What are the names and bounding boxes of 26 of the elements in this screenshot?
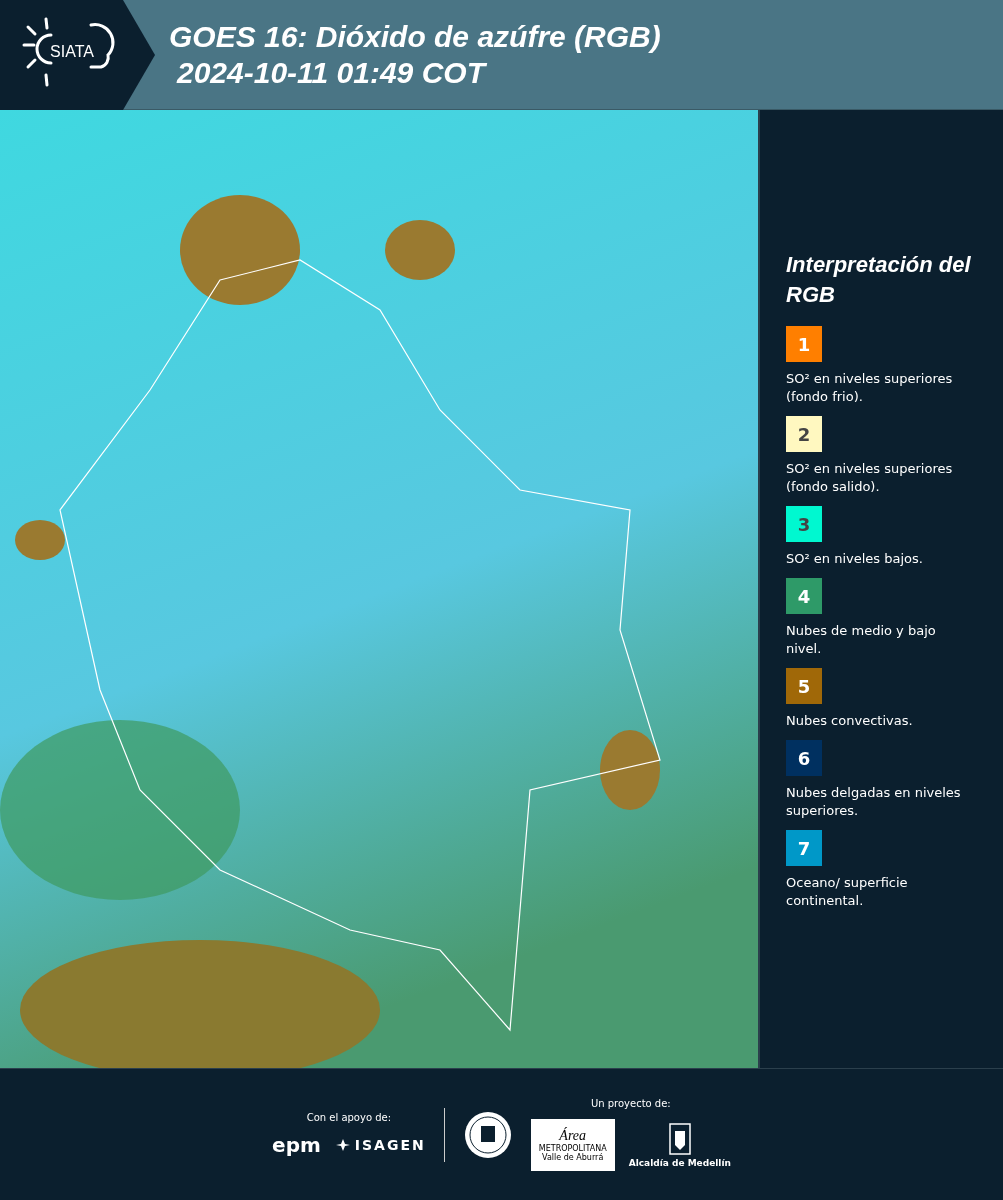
seal-logo [462, 1109, 513, 1160]
sponsor-logo: epm [272, 1133, 321, 1157]
legend-description: SO² en niveles superiores (fondo salido). [786, 460, 954, 496]
legend-swatch: 4 [786, 578, 822, 614]
legend-swatch: 6 [786, 740, 822, 776]
map-timestamp: 2024-10-11 01:49 COT [175, 54, 488, 91]
legend-description: Nubes de medio y bajo nivel. [786, 622, 937, 658]
legend-swatch: 5 [786, 668, 822, 704]
legend-swatch: 3 [786, 506, 822, 542]
sponsor-logo: ISAGEN [334, 1137, 426, 1153]
area-logo: Área METROPOLITANA Valle de Aburrá [530, 1119, 615, 1171]
alcaldia-logo-text: Alcaldía de Medellín [628, 1157, 731, 1168]
support-label: Con el apoyo de: [306, 1112, 392, 1123]
map-title: GOES 16: Dióxido de azúfre (RGB) [169, 18, 661, 55]
siata-logo: SIATA [16, 15, 126, 95]
legend-title: Interpretación del RGB [786, 251, 972, 309]
project-label: Un proyecto de: [590, 1098, 671, 1109]
coat-of-arms-icon [668, 1122, 691, 1155]
legend-description: Nubes convectivas. [786, 712, 914, 730]
legend-swatch: 2 [786, 416, 822, 452]
legend-swatch: 1 [786, 326, 822, 362]
legend-description: SO² en niveles bajos. [786, 550, 924, 568]
legend-swatch: 7 [786, 830, 822, 866]
legend-description: Oceano/ superficie continental. [786, 874, 909, 910]
legend-description: SO² en niveles superiores (fondo frio). [786, 370, 954, 406]
legend-description: Nubes delgadas en niveles superiores. [786, 784, 962, 820]
